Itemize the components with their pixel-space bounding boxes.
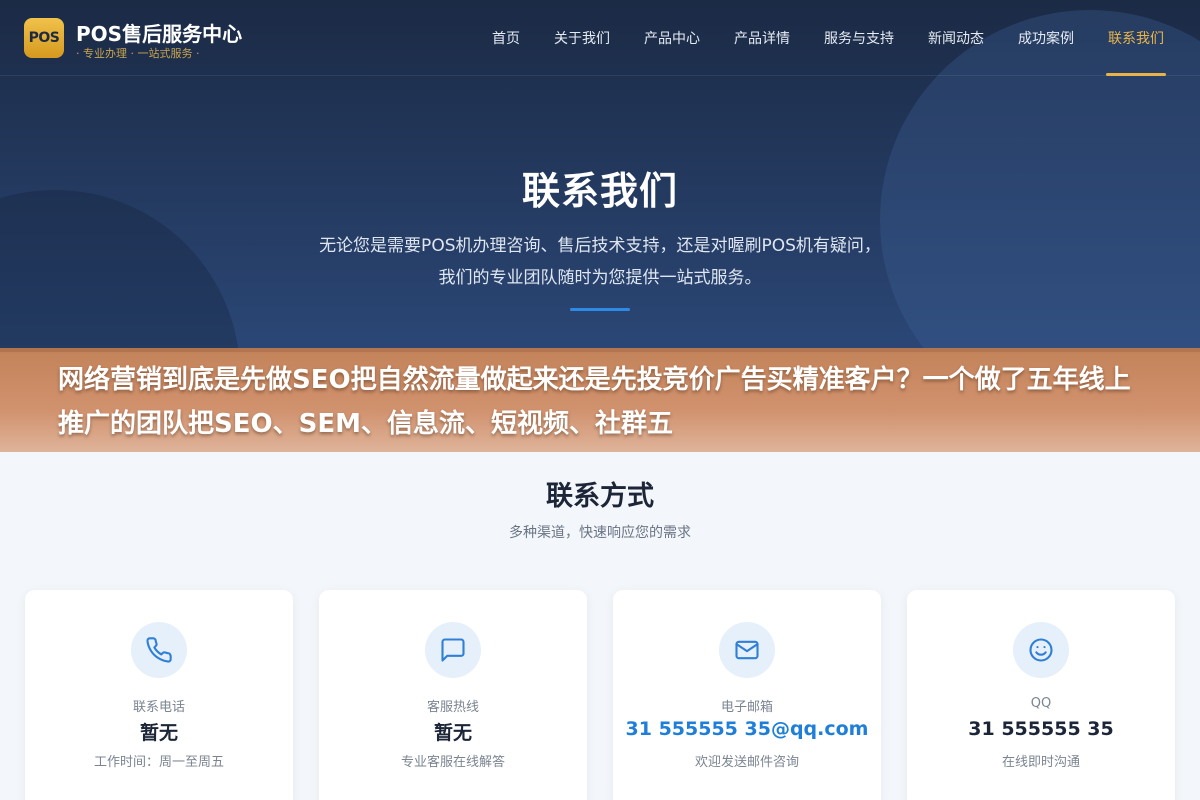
card-note: 工作时间：周一至周五 — [93, 755, 224, 770]
email-link[interactable]: 31 555555 35@qq.com — [613, 718, 881, 740]
card-note: 欢迎发送邮件咨询 — [694, 755, 799, 770]
card-note: 专业客服在线解答 — [400, 755, 505, 770]
page-title: 联系我们 — [521, 169, 678, 213]
hero-description-line-2: 我们的专业团队随时为您提供一站式服务。 — [438, 268, 762, 288]
contact-card-phone[interactable]: 联系电话 暂无 工作时间：周一至周五 — [25, 590, 293, 800]
smile-icon — [1013, 622, 1069, 678]
contact-card-qq[interactable]: QQ 31 555555 35 在线即时沟通 — [907, 590, 1175, 800]
nav-item-product-detail[interactable]: 产品详情 — [734, 0, 790, 76]
banner-text: 网络营销到底是先做SEO把自然流量做起来还是先投竞价广告买精准客户？一个做了五年… — [58, 365, 1131, 439]
card-label: 联系电话 — [132, 700, 185, 715]
hero-section: POS POS售后服务中心 · 专业办理 · 一站式服务 · 首页 关于我们 产… — [0, 0, 1200, 352]
card-label: 电子邮箱 — [720, 700, 773, 715]
contact-cards: 联系电话 暂无 工作时间：周一至周五 客服热线 暂无 专业客服在线解答 电子邮箱… — [25, 590, 1175, 800]
nav-item-support[interactable]: 服务与支持 — [824, 0, 894, 76]
brand-slogan: · 专业办理 · 一站式服务 · — [76, 47, 200, 60]
card-value: 31 555555 35 — [968, 718, 1114, 740]
card-label: 客服热线 — [426, 700, 479, 715]
nav-item-news[interactable]: 新闻动态 — [928, 0, 984, 76]
nav-item-home[interactable]: 首页 — [492, 0, 520, 76]
brand-name[interactable]: POS售后服务中心 — [76, 18, 242, 47]
card-label: QQ — [1030, 696, 1052, 711]
title-divider — [570, 308, 630, 311]
phone-icon — [131, 622, 187, 678]
contact-card-hotline[interactable]: 客服热线 暂无 专业客服在线解答 — [319, 590, 587, 800]
overlay-banner: 网络营销到底是先做SEO把自然流量做起来还是先投竞价广告买精准客户？一个做了五年… — [0, 348, 1200, 452]
card-value: 暂无 — [433, 722, 472, 744]
logo-icon[interactable]: POS — [24, 18, 64, 58]
site-header: POS POS售后服务中心 · 专业办理 · 一站式服务 · 首页 关于我们 产… — [0, 0, 1200, 76]
card-value: 暂无 — [139, 722, 178, 744]
card-note: 在线即时沟通 — [1001, 755, 1080, 770]
nav-item-about[interactable]: 关于我们 — [554, 0, 610, 76]
hero-description-line-1: 无论您是需要POS机办理咨询、售后技术支持，还是对喔刷POS机有疑问， — [319, 236, 881, 256]
hero-description: 无论您是需要POS机办理咨询、售后技术支持，还是对喔刷POS机有疑问， 我们的专… — [290, 230, 910, 294]
mail-icon — [719, 622, 775, 678]
nav-item-products[interactable]: 产品中心 — [644, 0, 700, 76]
nav-item-contact[interactable]: 联系我们 — [1106, 0, 1166, 76]
contact-card-email[interactable]: 电子邮箱 31 555555 35@qq.com 欢迎发送邮件咨询 — [613, 590, 881, 800]
main-nav: 首页 关于我们 产品中心 产品详情 服务与支持 新闻动态 成功案例 联系我们 — [458, 0, 1166, 76]
contact-section-subtitle: 多种渠道，快速响应您的需求 — [509, 525, 691, 541]
contact-section-title: 联系方式 — [546, 481, 654, 512]
nav-item-cases[interactable]: 成功案例 — [1018, 0, 1074, 76]
chat-icon — [425, 622, 481, 678]
